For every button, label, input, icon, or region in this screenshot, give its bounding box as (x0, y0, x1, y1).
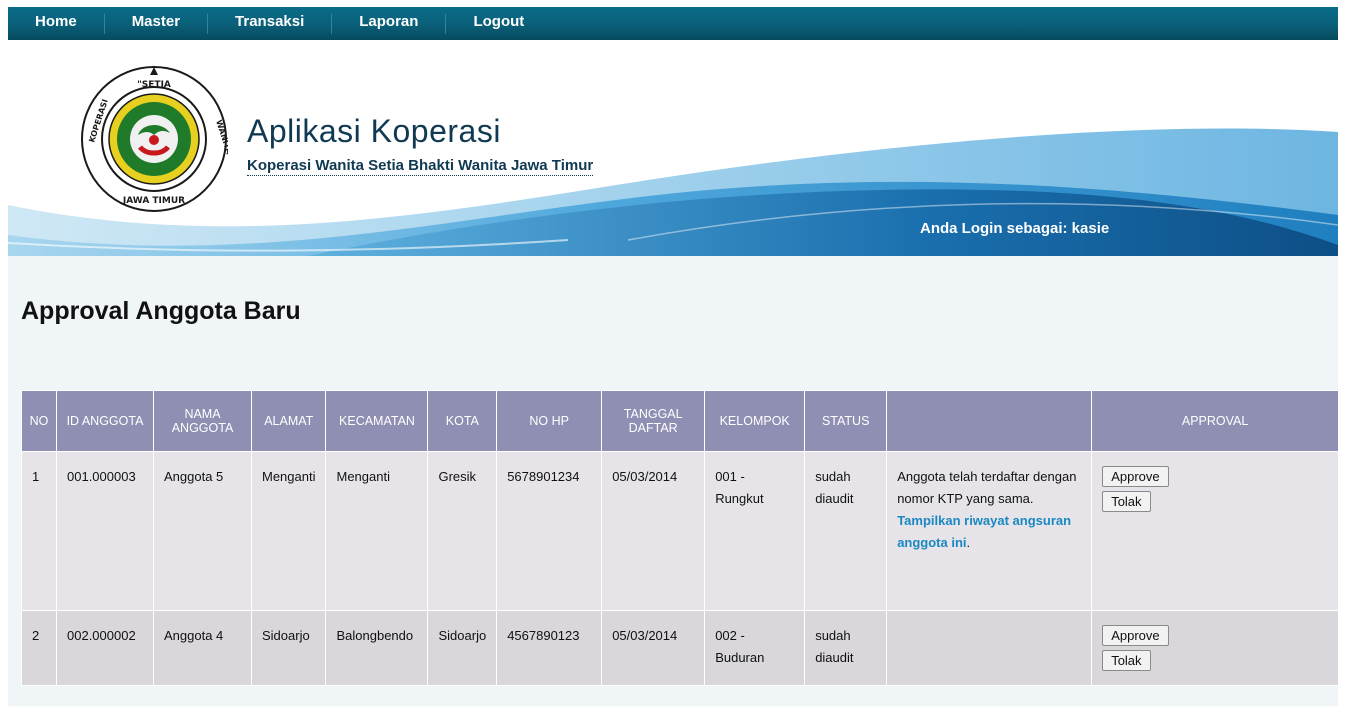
cell-id-anggota: 001.000003 (56, 451, 154, 611)
cell-kecamatan: Menganti (325, 451, 429, 611)
header-banner: "SETIA JAWA TIMUR KOPERASI WANITA Aplika… (8, 40, 1338, 256)
col-kecamatan: KECAMATAN (325, 390, 429, 452)
koperasi-logo: "SETIA JAWA TIMUR KOPERASI WANITA (81, 66, 228, 212)
nav-home[interactable]: Home (8, 7, 104, 40)
col-kelompok: KELOMPOK (704, 390, 806, 452)
cell-kecamatan: Balongbendo (325, 610, 429, 686)
col-kota: KOTA (427, 390, 498, 452)
cell-kota: Gresik (427, 451, 498, 611)
col-keterangan (886, 390, 1093, 452)
approve-button[interactable]: Approve (1102, 625, 1169, 646)
approve-button[interactable]: Approve (1102, 466, 1169, 487)
nav-laporan[interactable]: Laporan (332, 7, 445, 40)
cell-no-hp: 4567890123 (496, 610, 603, 686)
svg-text:"SETIA: "SETIA (137, 80, 171, 90)
col-no-hp: NO HP (496, 390, 603, 452)
nav-transaksi[interactable]: Transaksi (208, 7, 331, 40)
col-no: NO (21, 390, 57, 452)
table-row: 2 002.000002 Anggota 4 Sidoarjo Balongbe… (21, 610, 1339, 686)
cell-alamat: Menganti (250, 451, 327, 611)
login-status: Anda Login sebagai: kasie (920, 220, 1110, 237)
table-row: 1 001.000003 Anggota 5 Menganti Menganti… (21, 451, 1339, 611)
cell-status: sudah diaudit (804, 610, 888, 686)
tolak-button[interactable]: Tolak (1102, 650, 1151, 671)
col-tanggal-daftar: TANGGAL DAFTAR (601, 390, 706, 452)
cell-nama-anggota: Anggota 5 (153, 451, 252, 611)
riwayat-angsuran-link[interactable]: Tampilkan riwayat angsuran anggota ini (897, 513, 1071, 550)
cell-status: sudah diaudit (804, 451, 888, 611)
cell-tanggal-daftar: 05/03/2014 (601, 610, 706, 686)
svg-text:JAWA TIMUR: JAWA TIMUR (122, 196, 185, 206)
cell-kelompok: 002 - Buduran (704, 610, 806, 686)
cell-no: 1 (21, 451, 57, 611)
app-title: Aplikasi Koperasi (247, 113, 501, 149)
duplicate-ktp-note: Anggota telah terdaftar dengan nomor KTP… (897, 469, 1077, 506)
col-status: STATUS (804, 390, 888, 452)
col-approval: APPROVAL (1091, 390, 1339, 452)
cell-no: 2 (21, 610, 57, 686)
cell-kelompok: 001 - Rungkut (704, 451, 806, 611)
cell-tanggal-daftar: 05/03/2014 (601, 451, 706, 611)
approval-table: NO ID ANGGOTA NAMA ANGGOTA ALAMAT KECAMA… (21, 390, 1339, 686)
link-period: . (966, 535, 971, 550)
app-subtitle: Koperasi Wanita Setia Bhakti Wanita Jawa… (247, 157, 594, 176)
nav-master[interactable]: Master (105, 7, 207, 40)
cell-approval: Approve Tolak (1091, 610, 1339, 686)
nav-logout[interactable]: Logout (446, 7, 551, 40)
cell-no-hp: 5678901234 (496, 451, 603, 611)
page: Home Master Transaksi Laporan Logout "SE… (8, 7, 1339, 706)
cell-nama-anggota: Anggota 4 (153, 610, 252, 686)
top-navigation: Home Master Transaksi Laporan Logout (8, 7, 1338, 40)
cell-alamat: Sidoarjo (250, 610, 327, 686)
cell-keterangan: Anggota telah terdaftar dengan nomor KTP… (886, 451, 1093, 611)
cell-id-anggota: 002.000002 (56, 610, 154, 686)
table-header-row: NO ID ANGGOTA NAMA ANGGOTA ALAMAT KECAMA… (21, 390, 1339, 452)
page-title: Approval Anggota Baru (21, 297, 301, 325)
cell-keterangan (886, 610, 1093, 686)
col-nama-anggota: NAMA ANGGOTA (153, 390, 252, 452)
cell-approval: Approve Tolak (1091, 451, 1339, 611)
col-alamat: ALAMAT (250, 390, 327, 452)
cell-kota: Sidoarjo (427, 610, 498, 686)
tolak-button[interactable]: Tolak (1102, 491, 1151, 512)
col-id-anggota: ID ANGGOTA (56, 390, 154, 452)
